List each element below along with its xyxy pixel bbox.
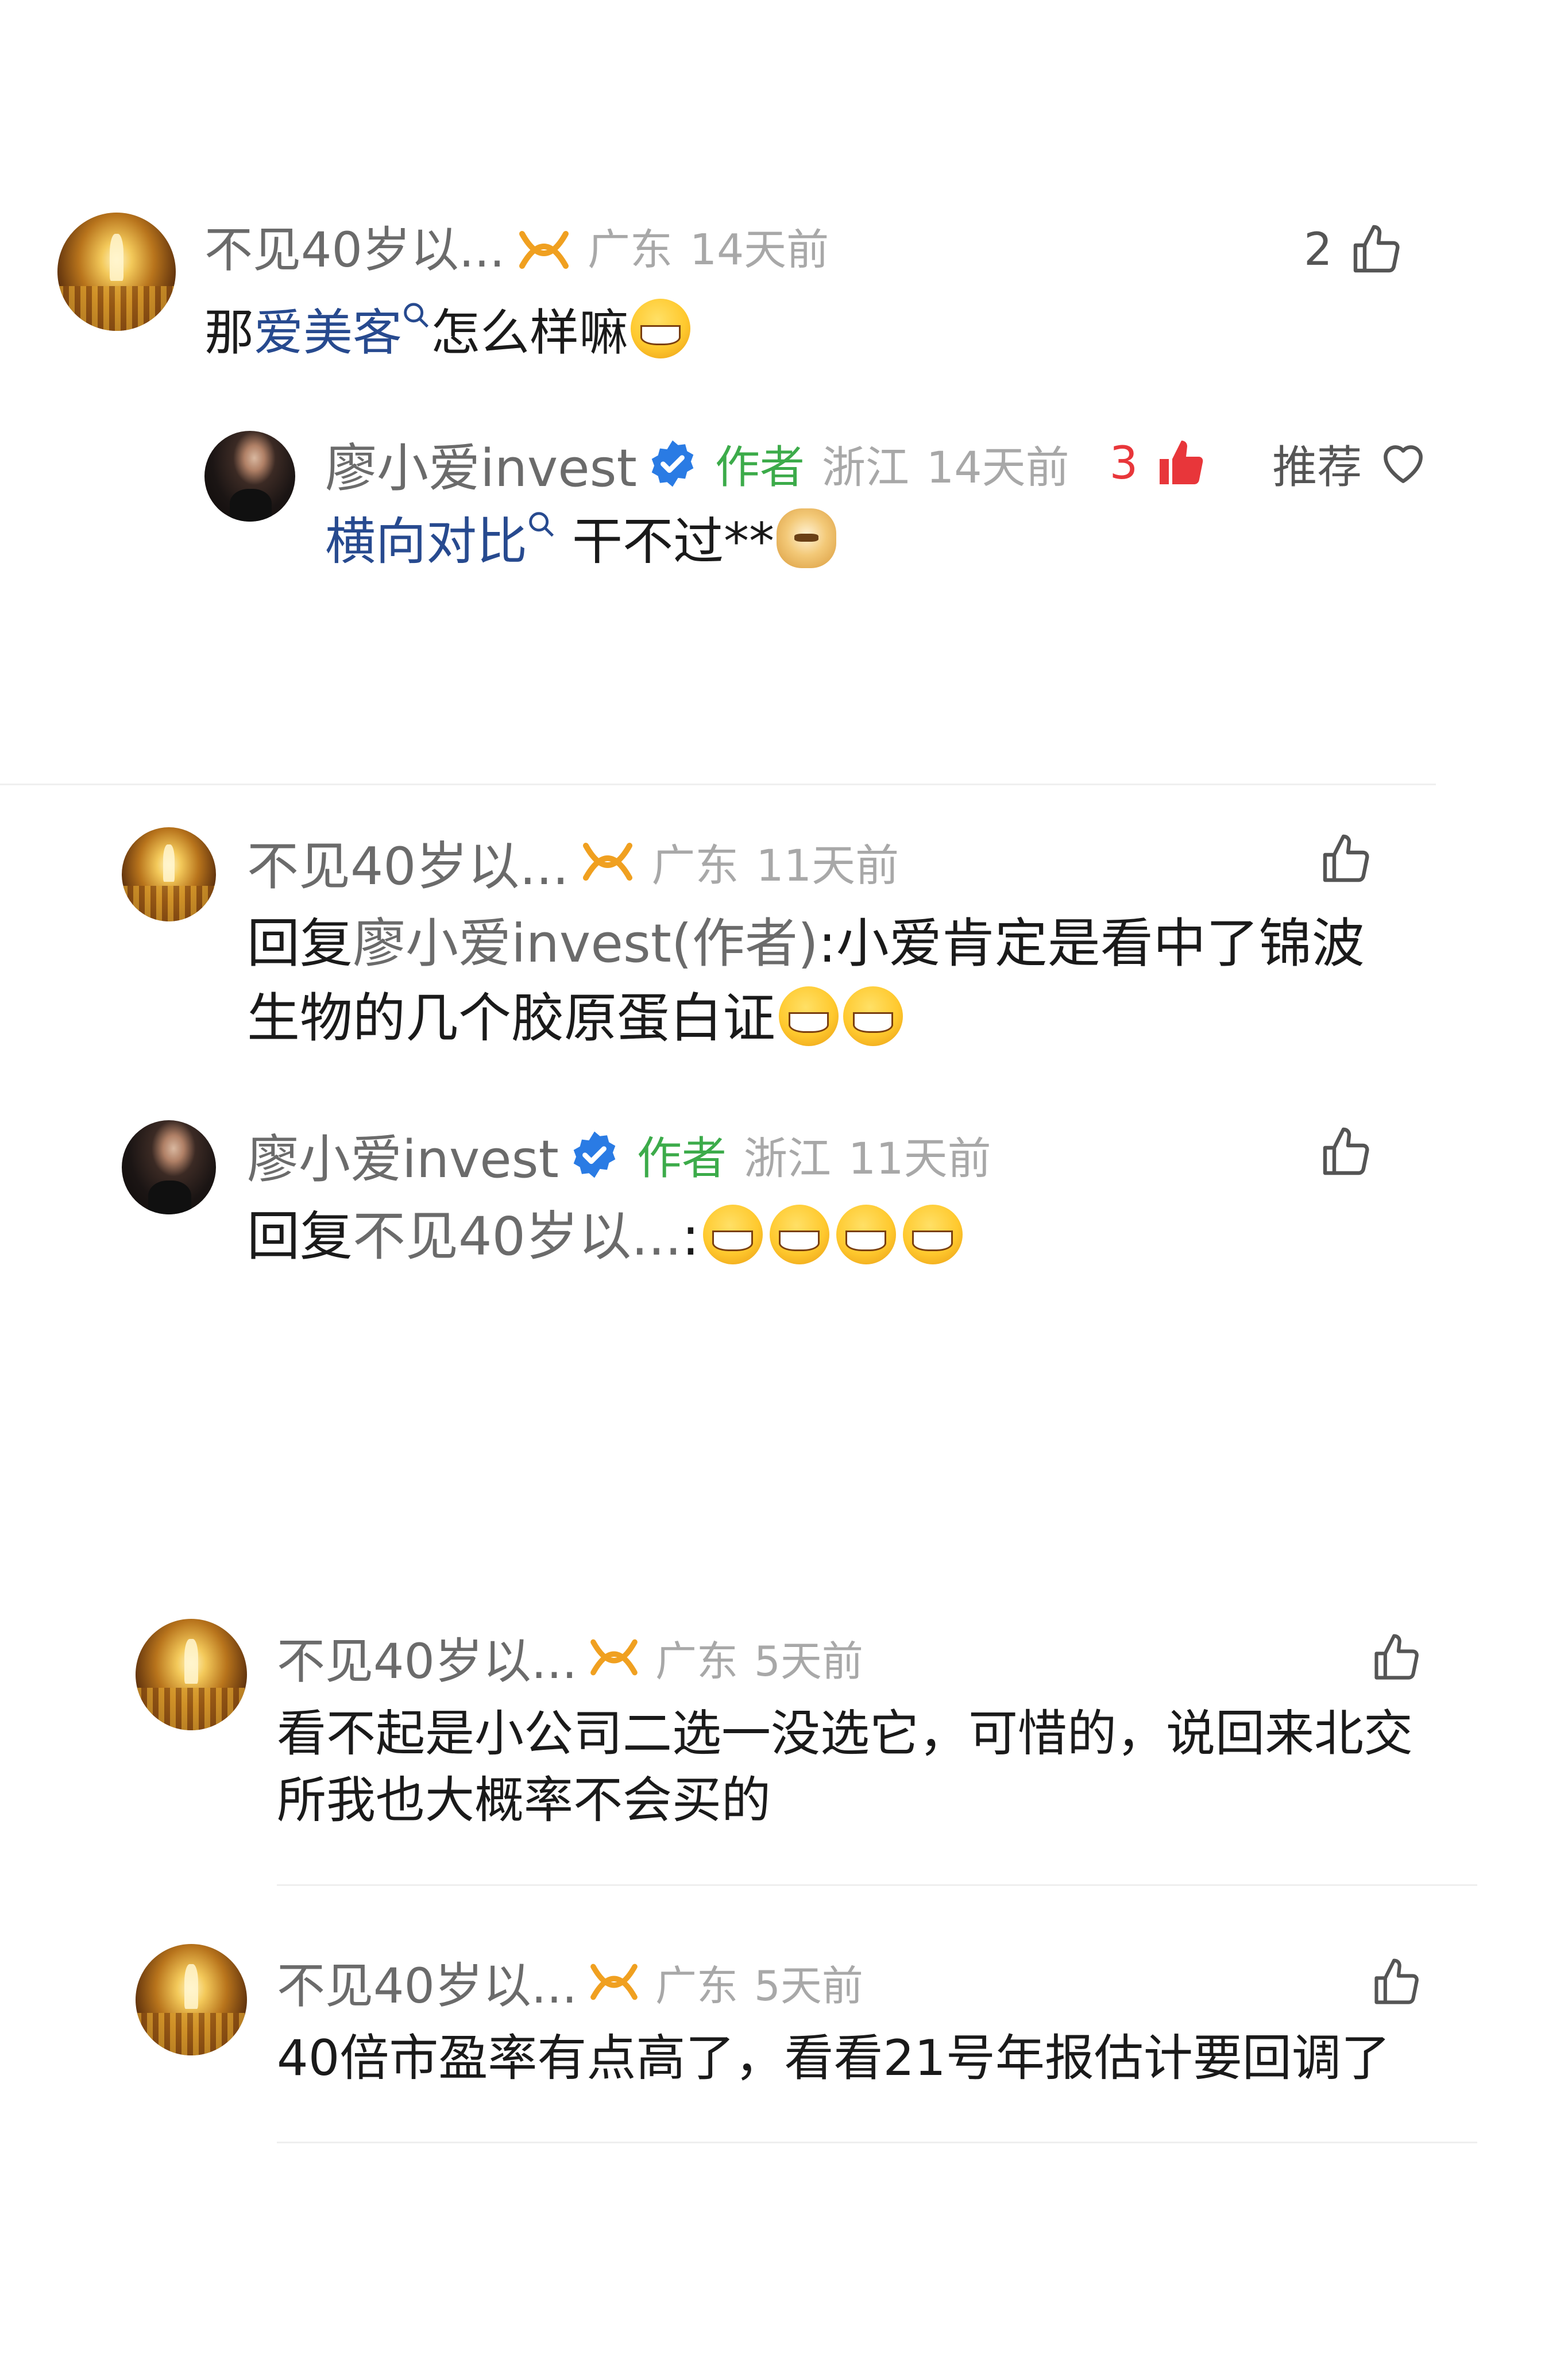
text-segment: 怎么样嘛 bbox=[431, 304, 628, 362]
text-segment: 那 bbox=[204, 304, 254, 362]
vip-badge-icon bbox=[590, 1964, 638, 2000]
timestamp: 5天前 bbox=[754, 1637, 863, 1685]
comment-text: 回复不见40岁以...: bbox=[247, 1199, 963, 1274]
vip-badge-icon bbox=[519, 231, 569, 269]
author-tag: 作者 bbox=[715, 442, 805, 493]
grin-emoji-icon bbox=[836, 1204, 896, 1264]
recommend-label[interactable]: 推荐 bbox=[1272, 431, 1362, 496]
doge-emoji-icon bbox=[777, 508, 836, 568]
username[interactable]: 廖小爱invest bbox=[247, 1117, 559, 1192]
grin-emoji-icon bbox=[769, 1204, 829, 1264]
timestamp: 11天前 bbox=[756, 840, 899, 891]
topic-link[interactable]: 爱美客 bbox=[254, 304, 402, 362]
avatar[interactable] bbox=[204, 431, 295, 522]
grin-emoji-icon bbox=[779, 986, 839, 1046]
username[interactable]: 不见40岁以... bbox=[247, 824, 569, 899]
comment-text: 回复廖小爱invest(作者):小爱肯定是看中了锦波生物的几个胶原蛋白证 bbox=[247, 907, 1384, 1056]
grin-emoji-icon bbox=[702, 1204, 763, 1264]
like-count: 3 bbox=[1109, 438, 1138, 489]
location: 浙江 bbox=[743, 1133, 831, 1184]
avatar[interactable] bbox=[122, 1120, 216, 1214]
timestamp: 14天前 bbox=[926, 442, 1069, 493]
thumb-up-icon[interactable] bbox=[1370, 1631, 1423, 1684]
heart-icon[interactable] bbox=[1377, 437, 1430, 490]
comment-text: 40倍市盈率有点高了，看看21号年报估计要回调了 bbox=[277, 2030, 1391, 2087]
comment-text: 那爱美客 怎么样嘛 bbox=[204, 299, 690, 365]
thumb-up-filled-icon[interactable] bbox=[1154, 436, 1209, 491]
location: 广东 bbox=[655, 1961, 739, 2010]
timestamp: 5天前 bbox=[754, 1961, 863, 2010]
grin-emoji-icon bbox=[843, 986, 903, 1046]
text-segment: 干不过** bbox=[556, 512, 774, 572]
username[interactable]: 不见40岁以... bbox=[277, 1623, 577, 1692]
text-segment: : bbox=[681, 1206, 700, 1267]
author-tag: 作者 bbox=[636, 1133, 727, 1185]
location: 广东 bbox=[655, 1637, 739, 1685]
grin-emoji-icon bbox=[902, 1204, 963, 1264]
like-count: 2 bbox=[1304, 224, 1333, 276]
reply-prefix: 回复 bbox=[247, 913, 353, 974]
comment-text: 看不起是小公司二选一没选它，可惜的，说回来北交所我也大概率不会买的 bbox=[277, 1705, 1413, 1829]
username[interactable]: 不见40岁以... bbox=[204, 221, 505, 279]
reply-target[interactable]: 不见40岁以... bbox=[353, 1206, 682, 1267]
thumb-up-icon[interactable] bbox=[1318, 1125, 1373, 1180]
section-divider bbox=[277, 2142, 1477, 2143]
avatar[interactable] bbox=[122, 827, 216, 921]
vip-badge-icon bbox=[583, 843, 633, 881]
topic-link[interactable]: 横向对比 bbox=[325, 512, 527, 571]
verified-icon bbox=[651, 440, 694, 487]
thumb-up-icon[interactable] bbox=[1318, 832, 1373, 887]
username[interactable]: 廖小爱invest bbox=[325, 426, 637, 501]
thumb-up-icon[interactable] bbox=[1370, 1956, 1423, 2009]
section-divider bbox=[0, 784, 1436, 785]
location: 浙江 bbox=[821, 442, 909, 493]
avatar[interactable] bbox=[136, 1619, 247, 1730]
thumb-up-icon[interactable] bbox=[1349, 222, 1404, 277]
reply-prefix: 回复 bbox=[247, 1206, 353, 1267]
avatar[interactable] bbox=[57, 213, 176, 331]
timestamp: 11天前 bbox=[848, 1133, 991, 1184]
location: 广东 bbox=[651, 840, 739, 891]
avatar[interactable] bbox=[136, 1944, 247, 2055]
username[interactable]: 不见40岁以... bbox=[277, 1947, 577, 2017]
search-icon bbox=[529, 512, 554, 537]
timestamp: 14天前 bbox=[690, 225, 829, 275]
section-divider bbox=[277, 1884, 1477, 1886]
search-icon bbox=[404, 303, 429, 327]
location: 广东 bbox=[588, 225, 673, 275]
vip-badge-icon bbox=[590, 1639, 638, 1676]
verified-icon bbox=[573, 1131, 616, 1178]
comment-text: 横向对比 干不过** bbox=[325, 508, 836, 573]
grin-emoji-icon bbox=[631, 299, 690, 358]
reply-target[interactable]: 廖小爱invest(作者) bbox=[353, 913, 818, 974]
